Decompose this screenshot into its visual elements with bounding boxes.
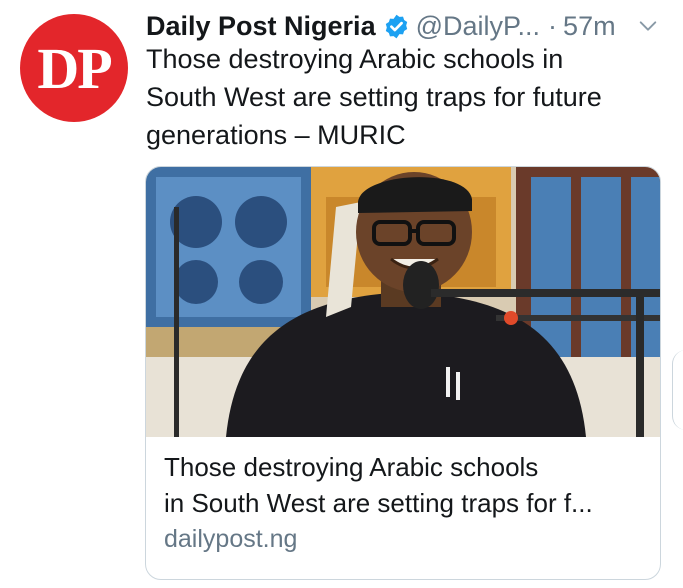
card-body[interactable]: Those destroying Arabic schools in South… [164, 449, 644, 554]
chevron-down-icon[interactable] [637, 15, 659, 37]
timestamp[interactable]: 57m [563, 11, 616, 42]
avatar[interactable]: DP [20, 14, 128, 122]
account-name[interactable]: Daily Post Nigeria [146, 11, 376, 42]
avatar-logo-text: DP [37, 35, 112, 101]
separator-dot: · [548, 10, 558, 41]
link-card[interactable]: Those destroying Arabic schools in South… [145, 166, 661, 580]
tweet-text: Those destroying Arabic schools in South… [146, 44, 602, 150]
card-image[interactable] [146, 167, 660, 437]
tweet-header: Daily Post Nigeria @DailyP... · 57m [146, 8, 665, 44]
card-domain: dailypost.ng [164, 525, 298, 553]
account-handle[interactable]: @DailyP... [416, 11, 540, 42]
edge-overlay [672, 350, 683, 430]
card-title-line-2: in South West are setting traps for f... [164, 488, 593, 518]
verified-badge-icon [385, 14, 407, 38]
card-title-line-1: Those destroying Arabic schools [164, 452, 539, 482]
